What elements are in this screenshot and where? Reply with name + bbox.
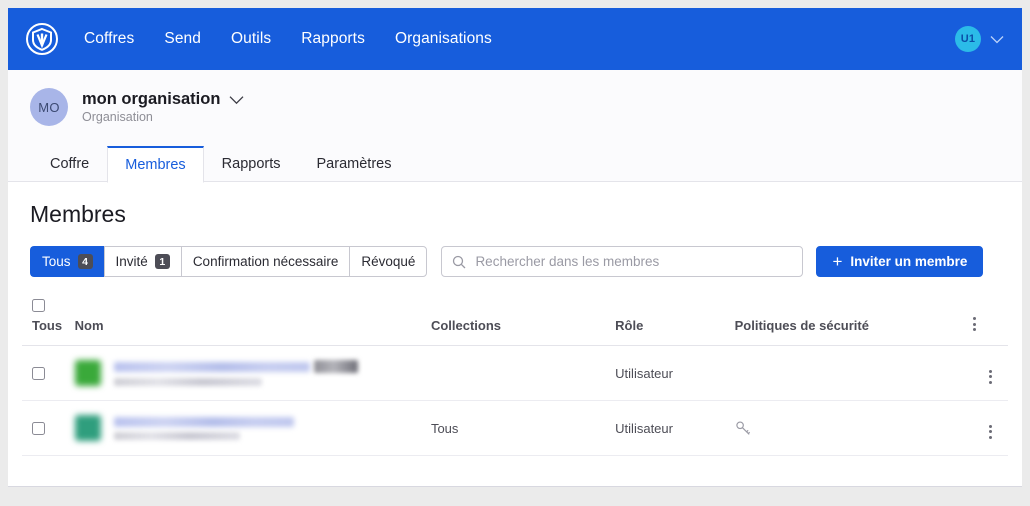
row-checkbox[interactable] <box>32 421 45 435</box>
header-collections: Collections <box>424 291 610 346</box>
members-table: Tous Nom Collections Rôle Politiques de … <box>22 291 1008 456</box>
invite-member-button[interactable]: + Inviter un membre <box>816 246 984 277</box>
filter-confirmation-necessaire[interactable]: Confirmation nécessaire <box>180 246 350 277</box>
member-name-row <box>113 416 294 427</box>
row-collections: Tous <box>424 400 610 456</box>
top-navigation-bar: Coffres Send Outils Rapports Organisatio… <box>8 8 1022 70</box>
key-icon[interactable] <box>735 420 752 437</box>
filter-tous[interactable]: Tous 4 <box>30 246 104 277</box>
nav-link-outils[interactable]: Outils <box>231 30 271 48</box>
header-name: Nom <box>68 291 425 346</box>
chevron-down-icon[interactable] <box>229 95 244 105</box>
kebab-menu-icon[interactable] <box>983 423 998 441</box>
filter-confirmation-label: Confirmation nécessaire <box>192 254 339 269</box>
member-email-redacted <box>113 378 262 386</box>
row-role: Utilisateur <box>609 400 729 456</box>
filter-invite[interactable]: Invité 1 <box>103 246 181 277</box>
members-panel: Membres Tous 4 Invité 1 Confirmation néc… <box>8 181 1022 487</box>
nav-links: Coffres Send Outils Rapports Organisatio… <box>84 30 492 48</box>
organization-header: MO mon organisation Organisation <box>8 70 1022 144</box>
organization-text: mon organisation Organisation <box>82 90 244 124</box>
row-policies <box>728 400 962 456</box>
row-select-cell <box>22 345 69 401</box>
organization-subtitle: Organisation <box>82 110 153 124</box>
header-options-menu[interactable] <box>961 291 1008 346</box>
header-select-all: Tous <box>22 291 69 346</box>
member-identity <box>74 415 419 441</box>
select-all-label: Tous <box>32 318 63 333</box>
nav-link-send[interactable]: Send <box>164 30 201 48</box>
filter-invite-count: 1 <box>154 254 170 269</box>
member-identity <box>74 360 419 386</box>
status-filter-group: Tous 4 Invité 1 Confirmation nécessaire … <box>30 246 428 277</box>
nav-link-organisations[interactable]: Organisations <box>395 30 492 48</box>
nav-link-coffres[interactable]: Coffres <box>84 30 134 48</box>
member-avatar <box>74 415 101 441</box>
nav-link-rapports[interactable]: Rapports <box>301 30 365 48</box>
account-menu[interactable]: U1 <box>955 26 1004 52</box>
header-role: Rôle <box>609 291 729 346</box>
member-text-lines <box>113 360 358 386</box>
app-window: Coffres Send Outils Rapports Organisatio… <box>0 0 1030 506</box>
organization-name: mon organisation <box>82 90 221 108</box>
kebab-menu-icon[interactable] <box>967 315 982 333</box>
tab-membres[interactable]: Membres <box>107 146 204 183</box>
tab-rapports[interactable]: Rapports <box>203 145 299 182</box>
filter-tous-label: Tous <box>42 254 71 269</box>
avatar[interactable]: U1 <box>955 26 981 52</box>
table-row[interactable]: Tous Utilisateur <box>22 400 1008 456</box>
filter-tous-count: 4 <box>77 254 93 269</box>
members-toolbar: Tous 4 Invité 1 Confirmation nécessaire … <box>30 246 1008 277</box>
table-row[interactable]: Utilisateur <box>22 345 1008 401</box>
tab-parametres[interactable]: Paramètres <box>298 145 410 182</box>
header-policies: Politiques de sécurité <box>728 291 962 346</box>
search-box[interactable] <box>441 246 804 277</box>
organization-avatar: MO <box>30 88 68 126</box>
members-table-head: Tous Nom Collections Rôle Politiques de … <box>22 291 1008 346</box>
row-select-cell <box>22 400 69 456</box>
tab-bar: Coffre Membres Rapports Paramètres <box>8 144 1022 183</box>
table-header-row: Tous Nom Collections Rôle Politiques de … <box>22 291 1008 346</box>
tab-coffre[interactable]: Coffre <box>32 145 108 182</box>
member-status-tag-redacted <box>313 360 358 373</box>
row-collections <box>424 345 610 401</box>
member-name-redacted <box>113 361 310 372</box>
row-options-cell[interactable] <box>961 345 1008 401</box>
member-avatar <box>74 360 101 386</box>
plus-icon: + <box>832 252 843 271</box>
search-icon <box>453 255 466 268</box>
select-all-checkbox[interactable] <box>32 299 45 312</box>
members-table-body: Utilisateur Tous Utilisateur <box>22 345 1008 456</box>
filter-revoque-label: Révoqué <box>361 254 416 269</box>
invite-member-label: Inviter un membre <box>850 254 968 269</box>
filter-revoque[interactable]: Révoqué <box>349 246 428 277</box>
filter-invite-label: Invité <box>115 254 148 269</box>
row-policies <box>728 345 962 401</box>
shield-v-logo-icon[interactable] <box>26 23 58 55</box>
member-text-lines <box>113 416 294 440</box>
row-options-cell[interactable] <box>961 400 1008 456</box>
member-name-row <box>113 360 358 373</box>
kebab-menu-icon[interactable] <box>983 368 998 386</box>
search-input[interactable] <box>475 254 793 269</box>
chevron-down-icon[interactable] <box>990 35 1004 44</box>
page-title: Membres <box>30 201 126 227</box>
member-name-redacted <box>113 416 294 427</box>
row-checkbox[interactable] <box>32 366 45 380</box>
row-member-cell <box>68 345 425 401</box>
row-member-cell <box>68 400 425 456</box>
organization-switcher[interactable]: mon organisation <box>82 90 244 109</box>
member-email-redacted <box>113 431 240 440</box>
row-role: Utilisateur <box>609 345 729 401</box>
